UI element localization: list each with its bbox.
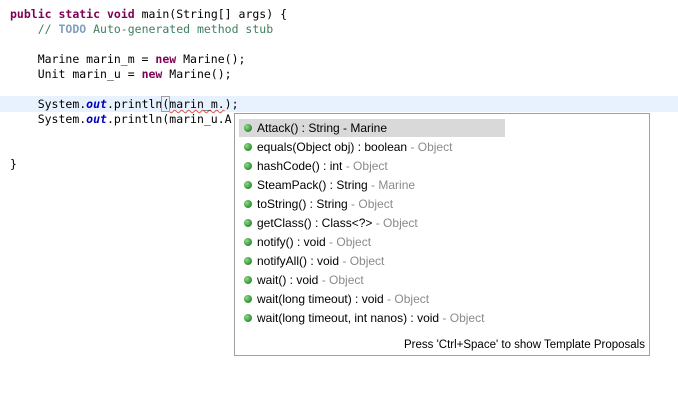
marine-decl-text: Marine marin_m = xyxy=(37,52,156,66)
system-text: System. xyxy=(37,112,87,126)
out-field: out xyxy=(86,112,107,126)
proposal-declaring-type: - Object xyxy=(347,197,394,211)
proposal-signature: notifyAll() : void xyxy=(257,254,340,268)
proposal-signature: SteamPack() : String xyxy=(257,178,368,192)
proposal-declaring-type: - Object xyxy=(318,273,364,287)
code-line-println-marin-u: System.out.println(marin_u.A xyxy=(10,112,232,127)
unit-decl-text: Unit marin_u = xyxy=(37,67,142,81)
proposal-signature: toString() : String xyxy=(257,197,348,211)
code-line-todo-comment: // TODO Auto-generated method stub xyxy=(10,22,273,37)
proposal-signature: hashCode() : int xyxy=(257,159,343,173)
keyword-static: static xyxy=(58,7,101,21)
println-text: .println xyxy=(106,97,163,111)
code-line-println-marin-m: System.out.println(marin_m.); xyxy=(10,96,239,112)
statement-end: ); xyxy=(224,97,239,111)
system-text: System. xyxy=(37,97,87,111)
proposal-item[interactable]: hashCode() : int - Object xyxy=(239,157,505,175)
content-assist-popup[interactable]: Attack() : String - Marine equals(Object … xyxy=(234,113,650,356)
proposal-declaring-type: - Object xyxy=(439,311,485,325)
code-line-method-signature: public static void main(String[] args) { xyxy=(10,7,287,22)
method-signature-text: main(String[] args) { xyxy=(134,7,287,21)
public-method-icon xyxy=(244,143,252,151)
public-method-icon xyxy=(244,276,252,284)
todo-tag: TODO xyxy=(58,22,87,36)
template-proposals-hint: Press 'Ctrl+Space' to show Template Prop… xyxy=(403,339,645,351)
code-line-unit-decl: Unit marin_u = new Marine(); xyxy=(10,67,232,82)
closing-brace: } xyxy=(10,157,17,171)
public-method-icon xyxy=(244,219,252,227)
comment-text: Auto-generated method stub xyxy=(86,22,274,36)
proposal-item[interactable]: notify() : void - Object xyxy=(239,233,505,251)
public-method-icon xyxy=(244,162,252,170)
proposal-signature: equals(Object obj) : boolean xyxy=(257,140,408,154)
proposal-signature: wait(long timeout) : void xyxy=(257,292,384,306)
proposal-declaring-type: - Object xyxy=(342,159,388,173)
public-method-icon xyxy=(244,124,252,132)
code-line-marine-decl: Marine marin_m = new Marine(); xyxy=(10,52,246,67)
proposal-declaring-type: - Object xyxy=(383,292,430,306)
marine-decl-ctor: Marine(); xyxy=(176,52,246,66)
public-method-icon xyxy=(244,181,252,189)
proposal-declaring-type: - Object xyxy=(407,140,453,154)
proposal-item[interactable]: wait() : void - Object xyxy=(239,271,505,289)
error-argument: marin_m. xyxy=(169,97,225,111)
keyword-new: new xyxy=(155,52,177,66)
keyword-void: void xyxy=(106,7,135,21)
comment-prefix: // xyxy=(37,22,59,36)
proposal-item[interactable]: notifyAll() : void - Object xyxy=(239,252,505,270)
proposal-item[interactable]: Attack() : String - Marine xyxy=(239,119,505,137)
public-method-icon xyxy=(244,257,252,265)
proposal-signature: notify() : void xyxy=(257,235,326,249)
proposal-item[interactable]: equals(Object obj) : boolean - Object xyxy=(239,138,505,156)
public-method-icon xyxy=(244,200,252,208)
proposal-item[interactable]: getClass() : Class<?> - Object xyxy=(239,214,505,232)
public-method-icon xyxy=(244,238,252,246)
proposal-declaring-type: - Marine xyxy=(339,121,388,135)
keyword-new: new xyxy=(141,67,163,81)
proposal-declaring-type: - Object xyxy=(372,216,418,230)
proposal-signature: getClass() : Class<?> xyxy=(257,216,373,230)
proposal-item[interactable]: SteamPack() : String - Marine xyxy=(239,176,505,194)
proposal-signature: Attack() : String xyxy=(257,121,340,135)
public-method-icon xyxy=(244,295,252,303)
proposal-signature: wait(long timeout, int nanos) : void xyxy=(257,311,440,325)
proposal-item[interactable]: toString() : String - Object xyxy=(239,195,505,213)
proposal-signature: wait() : void xyxy=(257,273,319,287)
out-field: out xyxy=(86,97,107,111)
proposal-declaring-type: - Object xyxy=(325,235,372,249)
proposal-item[interactable]: wait(long timeout, int nanos) : void - O… xyxy=(239,309,505,327)
proposal-declaring-type: - Marine xyxy=(367,178,416,192)
proposal-declaring-type: - Object xyxy=(339,254,385,268)
println-text: .println(marin_u.A xyxy=(106,112,232,126)
public-method-icon xyxy=(244,314,252,322)
keyword-public: public xyxy=(10,7,52,21)
proposal-item[interactable]: wait(long timeout) : void - Object xyxy=(239,290,505,308)
unit-decl-ctor: Marine(); xyxy=(162,67,232,81)
code-line-closing-brace: } xyxy=(10,157,17,172)
